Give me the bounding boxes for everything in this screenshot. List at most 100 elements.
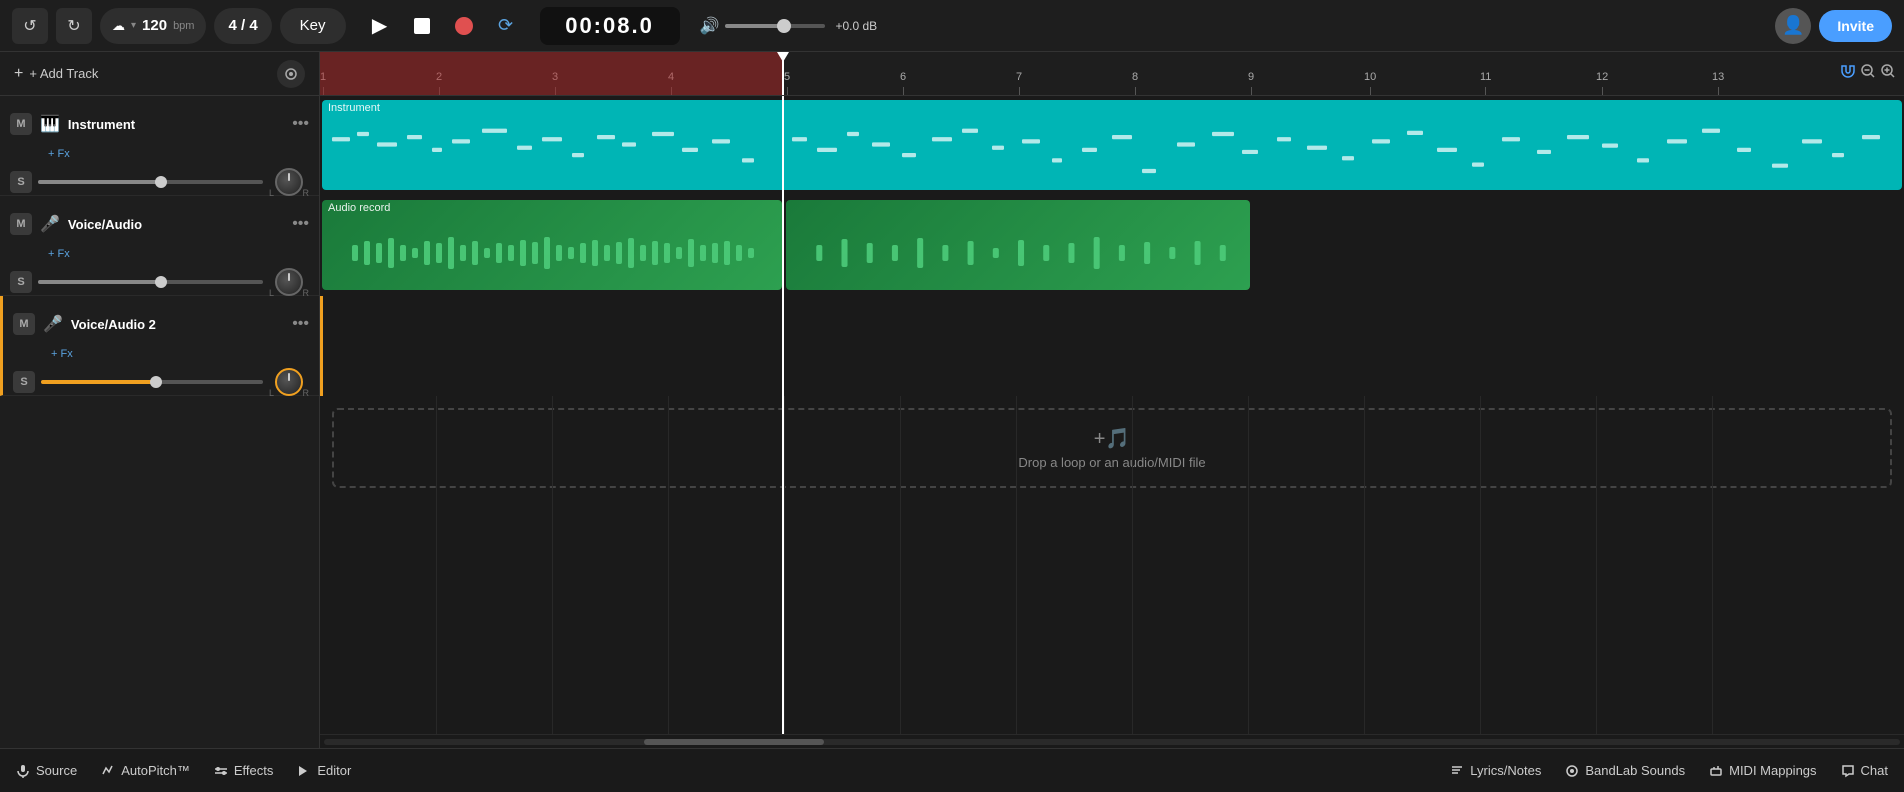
add-track-bar: + + Add Track <box>0 52 319 96</box>
waveform-2 <box>786 216 1250 290</box>
volume-slider-instrument[interactable] <box>38 180 263 184</box>
mute-button-voice-audio-2[interactable]: M <box>13 313 35 335</box>
track-headers: + + Add Track M 🎹 Instrument ••• + Fx S <box>0 52 320 748</box>
playhead-triangle <box>777 52 789 62</box>
ruler-mark-9: 9 <box>1248 71 1254 95</box>
drop-zone-text: Drop a loop or an audio/MIDI file <box>1018 455 1205 470</box>
midi-notes-svg <box>322 116 1902 190</box>
ruler-mark-13: 13 <box>1712 71 1724 95</box>
drop-zone[interactable]: +🎵 Drop a loop or an audio/MIDI file <box>332 408 1892 488</box>
bottom-right-buttons: Lyrics/Notes BandLab Sounds MIDI Mapping… <box>1450 763 1888 778</box>
timeline-ruler[interactable]: 1 2 3 4 5 6 7 8 9 10 11 12 13 <box>320 52 1824 96</box>
volume-slider[interactable] <box>725 24 825 28</box>
scrollbar-thumb[interactable] <box>644 739 824 745</box>
plus-icon: + <box>14 65 23 83</box>
mute-button-instrument[interactable]: M <box>10 113 32 135</box>
voice-audio-2-lane[interactable] <box>320 296 1904 396</box>
instrument-icon: 🎹 <box>40 114 60 134</box>
avatar-button[interactable]: 👤 <box>1775 8 1811 44</box>
midi-mappings-icon <box>1709 764 1723 778</box>
scrollbar-track[interactable] <box>324 739 1900 745</box>
drop-zone-container: +🎵 Drop a loop or an audio/MIDI file <box>320 396 1904 500</box>
bandlab-sounds-button[interactable]: BandLab Sounds <box>1565 763 1685 778</box>
microphone-small-icon <box>16 764 30 778</box>
ruler-mark-7: 7 <box>1016 71 1022 95</box>
volume-slider-voice-audio[interactable] <box>38 280 263 284</box>
timeline-area: 1 2 3 4 5 6 7 8 9 10 11 12 13 <box>320 52 1904 748</box>
audio-clip-2[interactable] <box>786 200 1250 290</box>
editor-button[interactable]: Editor <box>297 763 351 778</box>
scrollbar-area <box>320 734 1904 748</box>
top-bar: ↺ ↻ ☁ ▾ 120 bpm 4 / 4 Key ▶ ⟳ 00:08.0 🔊 … <box>0 0 1904 52</box>
zoom-in-icon <box>1880 63 1896 79</box>
zoom-in-button[interactable] <box>1880 63 1896 84</box>
loop-region <box>320 52 784 96</box>
midi-mappings-button[interactable]: MIDI Mappings <box>1709 763 1816 778</box>
volume-icon: 🔊 <box>700 16 720 36</box>
solo-button-voice-audio-2[interactable]: S <box>13 371 35 393</box>
track-name-voice-audio: Voice/Audio <box>68 217 284 232</box>
stop-button[interactable] <box>404 8 440 44</box>
track-header-voice-audio: M 🎤 Voice/Audio ••• + Fx S L R <box>0 196 319 296</box>
time-display: 00:08.0 <box>540 7 680 45</box>
tempo-dropdown-icon: ▾ <box>131 20 136 31</box>
waveform-svg-2 <box>786 223 1250 283</box>
audio-clip-label: Audio record <box>322 200 782 216</box>
ruler-mark-11: 11 <box>1480 71 1491 95</box>
key-button[interactable]: Key <box>280 8 346 44</box>
midi-connect-button[interactable] <box>277 60 305 88</box>
track-more-button-voice-audio-2[interactable]: ••• <box>292 315 309 333</box>
track-more-button-instrument[interactable]: ••• <box>292 115 309 133</box>
instrument-track-lane[interactable]: Instrument <box>320 96 1904 196</box>
ruler-mark-6: 6 <box>900 71 906 95</box>
redo-button[interactable]: ↻ <box>56 8 92 44</box>
microphone-icon-2: 🎤 <box>43 314 63 334</box>
chat-button[interactable]: Chat <box>1841 763 1888 778</box>
microphone-icon: 🎤 <box>40 214 60 234</box>
autopitch-button[interactable]: AutoPitch™ <box>101 763 190 778</box>
ruler-mark-10: 10 <box>1364 71 1376 95</box>
record-button[interactable] <box>446 8 482 44</box>
track-fx-voice-audio-2[interactable]: + Fx <box>51 348 319 360</box>
instrument-clip[interactable]: Instrument <box>322 100 1902 190</box>
bandlab-icon <box>1565 764 1579 778</box>
audio-clip-1[interactable]: Audio record <box>322 200 782 290</box>
play-icon: ▶ <box>372 13 387 38</box>
lyrics-button[interactable]: Lyrics/Notes <box>1450 763 1541 778</box>
autopitch-icon <box>101 764 115 778</box>
undo-icon: ↺ <box>23 16 36 36</box>
tempo-value[interactable]: 120 <box>142 17 167 34</box>
volume-slider-voice-audio-2[interactable] <box>41 380 263 384</box>
solo-button-instrument[interactable]: S <box>10 171 32 193</box>
track-fx-instrument[interactable]: + Fx <box>48 148 319 160</box>
undo-button[interactable]: ↺ <box>12 8 48 44</box>
avatar-icon: 👤 <box>1782 15 1804 36</box>
invite-button[interactable]: Invite <box>1819 10 1892 42</box>
midi-notes-area <box>322 116 1902 190</box>
solo-button-voice-audio[interactable]: S <box>10 271 32 293</box>
track-more-button-voice-audio[interactable]: ••• <box>292 215 309 233</box>
loop-button[interactable]: ⟳ <box>488 8 524 44</box>
tracks-content: Instrument <box>320 96 1904 734</box>
zoom-out-button[interactable] <box>1860 63 1876 84</box>
transport-section: ▶ ⟳ <box>362 8 524 44</box>
track-name-instrument: Instrument <box>68 117 284 132</box>
pan-knob-voice-audio: L R <box>269 268 309 296</box>
add-track-button[interactable]: + + Add Track <box>14 65 98 83</box>
tempo-unit: bpm <box>173 20 194 32</box>
audio-track-lane[interactable]: Audio record <box>320 196 1904 296</box>
source-button[interactable]: Source <box>16 763 77 778</box>
main-area: + + Add Track M 🎹 Instrument ••• + Fx S <box>0 52 1904 748</box>
ruler-controls <box>1824 52 1904 95</box>
time-signature[interactable]: 4 / 4 <box>214 8 271 44</box>
magnet-icon <box>1840 63 1856 79</box>
tempo-section: ☁ ▾ 120 bpm <box>100 8 206 44</box>
playhead-ruler <box>782 52 784 95</box>
track-header-instrument: M 🎹 Instrument ••• + Fx S L R <box>0 96 319 196</box>
effects-button[interactable]: Effects <box>214 763 274 778</box>
track-fx-voice-audio[interactable]: + Fx <box>48 248 319 260</box>
snap-magnet-button[interactable] <box>1840 63 1856 84</box>
track-name-voice-audio-2: Voice/Audio 2 <box>71 317 284 332</box>
mute-button-voice-audio[interactable]: M <box>10 213 32 235</box>
play-button[interactable]: ▶ <box>362 8 398 44</box>
